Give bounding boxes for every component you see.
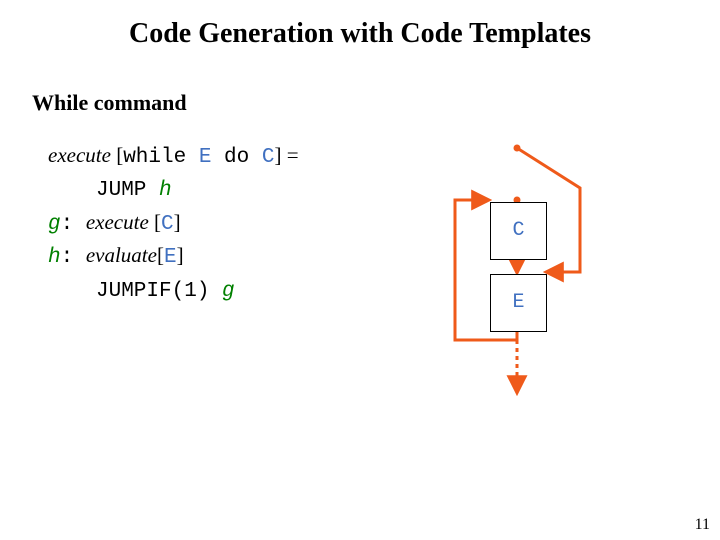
kw-do: do [211,146,261,169]
flow-svg [400,140,660,400]
colon: : [61,213,86,236]
template-line-jumpif: JUMPIF(1) g [96,274,299,307]
label-g-ref: g [222,280,235,303]
kw-while: while [123,146,199,169]
kw-execute-2: execute [86,210,154,234]
bracket-open-3: [ [157,243,164,267]
label-g-def: g [48,213,61,236]
bracket-close-eq: ] = [274,143,298,167]
diagram-box-c: C [490,202,547,260]
code-template: execute [while E do C] = JUMP h g: execu… [48,140,299,307]
template-line-jump: JUMP h [96,173,299,206]
colon-2: : [61,246,86,269]
bracket-close-3: ] [177,243,184,267]
label-h-ref: h [159,179,172,202]
var-c: C [262,146,275,169]
instr-jumpif: JUMPIF(1) [96,280,222,303]
section-heading: While command [32,90,187,116]
kw-evaluate: evaluate [86,243,157,267]
diagram-box-e: E [490,274,547,332]
page-title: Code Generation with Code Templates [0,18,720,50]
page-number: 11 [695,516,710,534]
instr-jump: JUMP [96,179,159,202]
var-e-2: E [164,246,177,269]
kw-execute: execute [48,143,116,167]
template-line-g: g: execute [C] [48,207,299,240]
bracket-close-2: ] [174,210,181,234]
template-line-h: h: evaluate[E] [48,240,299,273]
bracket-open-2: [ [154,210,161,234]
var-c-2: C [161,213,174,236]
template-lhs: execute [while E do C] = [48,140,299,173]
var-e: E [199,146,212,169]
slide: Code Generation with Code Templates Whil… [0,0,720,540]
flow-diagram: C E [400,140,660,400]
label-h-def: h [48,246,61,269]
